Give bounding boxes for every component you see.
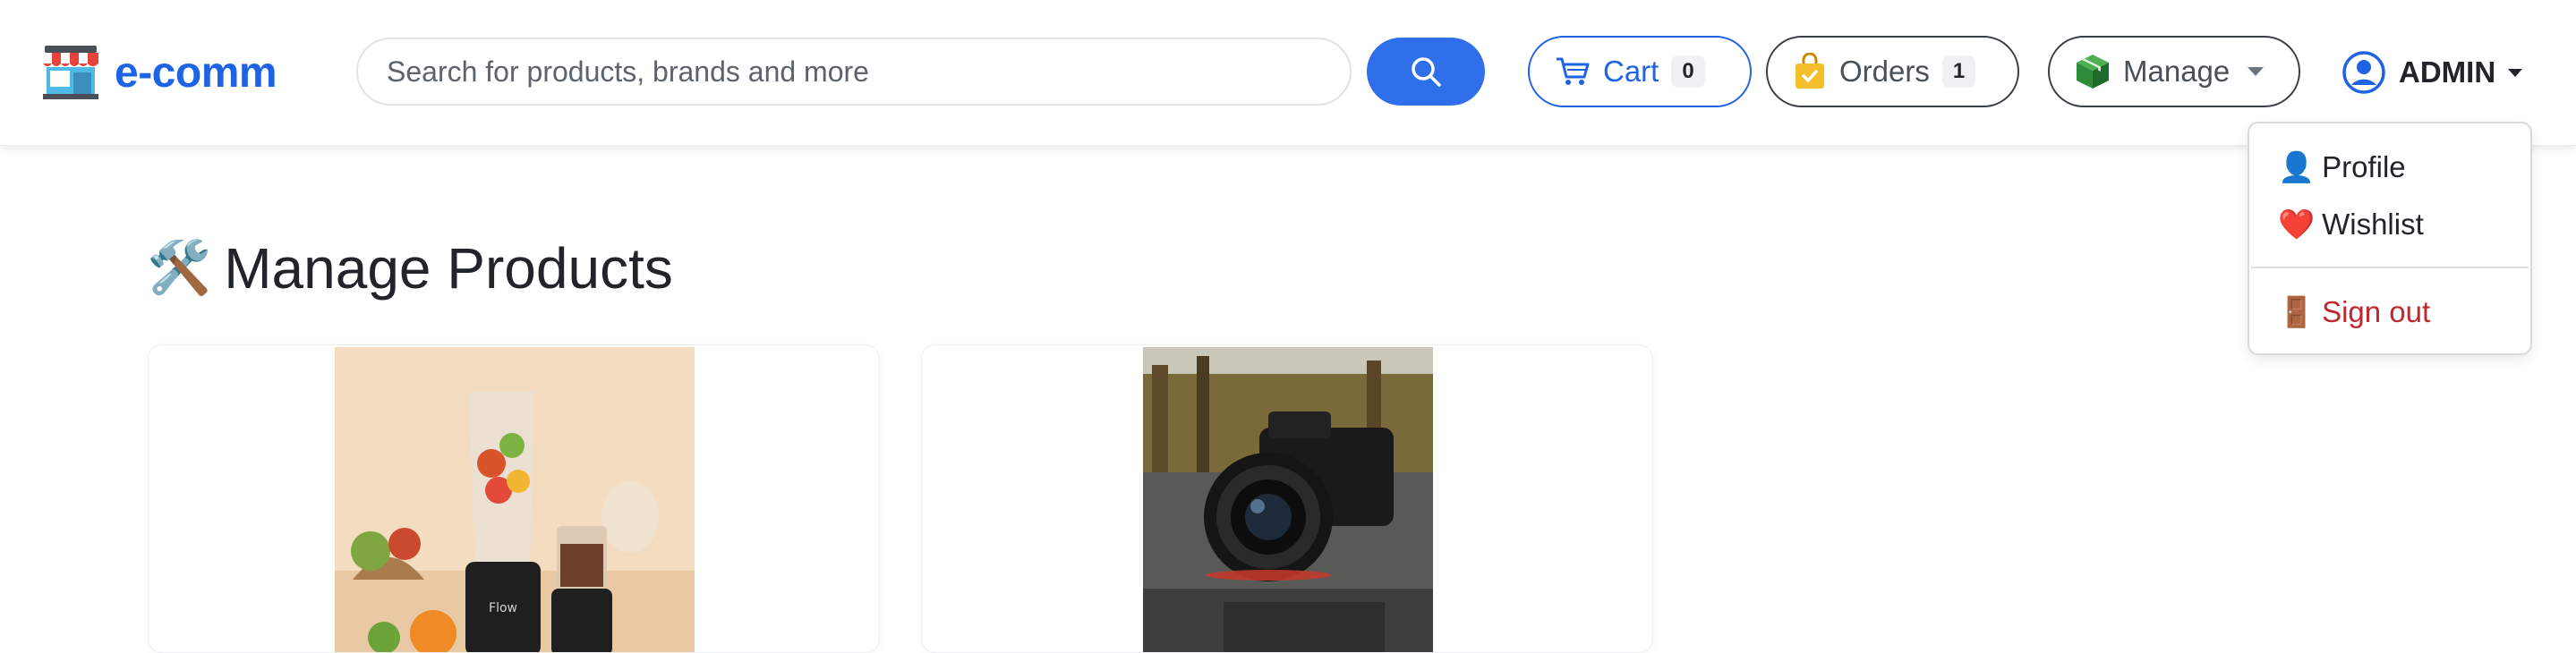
orders-button[interactable]: Orders 1 xyxy=(1766,36,2019,107)
manage-dropdown-button[interactable]: Manage xyxy=(2048,36,2300,107)
orders-label: Orders xyxy=(1839,55,1930,88)
search-input[interactable] xyxy=(387,55,1350,89)
menu-item-label: Profile xyxy=(2322,150,2406,183)
menu-item-wishlist[interactable]: ❤️ Wishlist xyxy=(2278,204,2424,245)
product-image-camera xyxy=(1143,347,1433,652)
tools-icon: 🛠️ xyxy=(147,239,212,297)
door-icon: 🚪 xyxy=(2278,294,2316,328)
brand-link[interactable]: e-comm xyxy=(39,41,277,104)
orders-count-badge: 1 xyxy=(1941,55,1976,88)
cart-icon xyxy=(1557,57,1590,85)
search-box xyxy=(356,38,1352,106)
user-menu-toggle[interactable]: ADMIN xyxy=(2341,41,2523,104)
page-title-text: Manage Products xyxy=(224,236,673,301)
user-name: ADMIN xyxy=(2399,55,2496,89)
menu-item-label: Wishlist xyxy=(2322,208,2424,241)
product-card[interactable] xyxy=(921,344,1653,653)
menu-divider xyxy=(2251,267,2529,268)
user-circle-icon xyxy=(2342,51,2385,94)
page-title: 🛠️ Manage Products xyxy=(147,234,673,302)
shopping-bag-icon xyxy=(1796,53,1824,89)
menu-item-sign-out[interactable]: 🚪 Sign out xyxy=(2278,292,2430,333)
svg-text:Flow: Flow xyxy=(489,601,517,615)
product-image-blender: Flow xyxy=(335,347,695,652)
brand-name: e-comm xyxy=(115,48,277,97)
package-icon xyxy=(2077,55,2109,89)
manage-label: Manage xyxy=(2123,55,2231,88)
cart-button[interactable]: Cart 0 xyxy=(1528,36,1752,107)
search-button[interactable] xyxy=(1367,38,1485,106)
chevron-down-icon xyxy=(2508,68,2523,77)
cart-count-badge: 0 xyxy=(1671,55,1705,88)
storefront-icon xyxy=(43,46,98,99)
search-icon xyxy=(1412,57,1441,87)
user-dropdown-menu: 👤 Profile ❤️ Wishlist 🚪 Sign out xyxy=(2248,122,2532,355)
cart-label: Cart xyxy=(1603,55,1659,88)
heart-icon: ❤️ xyxy=(2278,207,2316,241)
chevron-down-icon xyxy=(2248,67,2265,76)
menu-item-profile[interactable]: 👤 Profile xyxy=(2278,147,2406,188)
product-card[interactable]: Flow xyxy=(148,344,880,653)
menu-item-label: Sign out xyxy=(2322,295,2431,328)
navbar: e-comm Cart 0 Orders 1 xyxy=(0,0,2576,146)
person-icon: 👤 xyxy=(2278,149,2316,183)
